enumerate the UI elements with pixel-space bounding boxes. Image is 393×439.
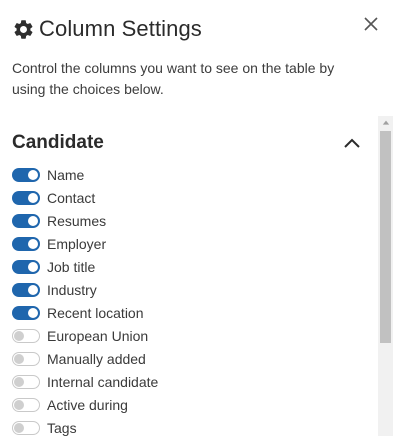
column-label: Tags xyxy=(47,419,77,436)
toggle-knob xyxy=(14,422,24,433)
column-toggle-row[interactable]: Employer xyxy=(12,232,158,255)
toggle-knob xyxy=(28,238,38,249)
column-label: Resumes xyxy=(47,212,107,229)
toggle-switch[interactable] xyxy=(12,305,40,320)
column-label: Internal candidate xyxy=(47,373,159,390)
toggle-knob xyxy=(28,284,38,295)
toggle-knob xyxy=(14,376,24,387)
column-label: Industry xyxy=(47,281,97,298)
toggle-switch[interactable] xyxy=(12,351,40,366)
toggle-switch[interactable] xyxy=(12,374,40,389)
toggle-switch[interactable] xyxy=(12,328,40,343)
scrollbar-thumb[interactable] xyxy=(380,131,391,343)
toggle-knob xyxy=(14,353,24,364)
column-toggle-row[interactable]: Active during xyxy=(12,393,158,416)
column-toggle-row[interactable]: Recent location xyxy=(12,301,158,324)
dialog-description: Control the columns you want to see on t… xyxy=(12,60,335,97)
column-label: Name xyxy=(47,166,85,183)
column-toggle-row[interactable]: Contact xyxy=(12,186,158,209)
toggle-switch[interactable] xyxy=(12,259,40,274)
toggle-knob xyxy=(14,330,24,341)
toggle-switch[interactable] xyxy=(12,420,40,435)
column-label: Employer xyxy=(47,235,107,252)
toggle-knob xyxy=(14,399,24,410)
column-label: Manually added xyxy=(47,350,146,367)
column-label: Recent location xyxy=(47,304,144,321)
toggle-switch[interactable] xyxy=(12,167,40,182)
arrow-up-icon[interactable] xyxy=(378,116,393,130)
scrollbar[interactable] xyxy=(378,116,393,436)
toggle-switch[interactable] xyxy=(12,190,40,205)
column-toggle-list: Name Contact Resumes Employer Job title Indus… xyxy=(12,163,158,439)
toggle-knob xyxy=(28,192,38,203)
column-toggle-row[interactable]: Job title xyxy=(12,255,158,278)
column-toggle-row[interactable]: Industry xyxy=(12,278,158,301)
section-header-candidate[interactable]: Candidate xyxy=(12,130,363,156)
toggle-knob xyxy=(28,307,38,318)
column-label: Job title xyxy=(47,258,96,275)
toggle-switch[interactable] xyxy=(12,397,40,412)
gear-icon xyxy=(12,18,35,41)
chevron-up-icon[interactable] xyxy=(341,132,363,154)
toggle-knob xyxy=(28,169,38,180)
toggle-switch[interactable] xyxy=(12,213,40,228)
dialog-title: Column Settings xyxy=(39,16,202,41)
toggle-switch[interactable] xyxy=(12,282,40,297)
toggle-knob xyxy=(28,261,38,272)
column-toggle-row[interactable]: Name xyxy=(12,163,158,186)
toggle-switch[interactable] xyxy=(12,236,40,251)
close-icon[interactable] xyxy=(361,14,381,34)
column-toggle-row[interactable]: European Union xyxy=(12,324,158,347)
section-title: Candidate xyxy=(12,132,104,153)
toggle-knob xyxy=(28,215,38,226)
column-toggle-row[interactable]: Internal candidate xyxy=(12,370,158,393)
column-toggle-row[interactable]: Manually added xyxy=(12,347,158,370)
column-label: European Union xyxy=(47,327,149,344)
column-label: Active during xyxy=(47,396,128,413)
column-label: Contact xyxy=(47,189,96,206)
column-toggle-row[interactable]: Resumes xyxy=(12,209,158,232)
dialog-header: Column Settings xyxy=(12,16,202,42)
